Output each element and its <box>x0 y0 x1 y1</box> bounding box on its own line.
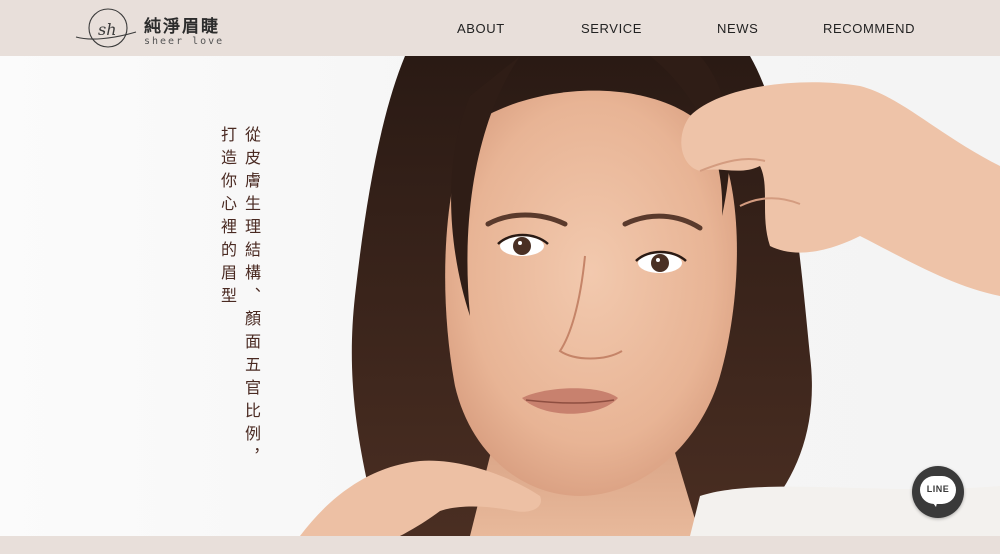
footer-strip <box>0 536 1000 554</box>
hero-portrait-image <box>300 56 1000 536</box>
logo-subtitle: sheer love <box>144 36 225 47</box>
hero-banner: 從皮膚生理結構、顏面五官比例， 打造你心裡的眉型 <box>0 56 1000 536</box>
line-button-label: LINE <box>926 484 950 494</box>
hero-tagline-line2: 打造你心裡的眉型 <box>218 126 237 310</box>
logo-monogram: sh <box>98 20 117 39</box>
hero-tagline-line1: 從皮膚生理結構、顏面五官比例， <box>242 126 261 471</box>
line-chat-button[interactable]: LINE <box>912 466 964 518</box>
nav-recommend[interactable]: RECOMMEND <box>823 21 915 36</box>
site-header: sh 純淨眉睫 sheer love ABOUT SERVICE NEWS RE… <box>0 0 1000 56</box>
site-logo[interactable]: sh 純淨眉睫 sheer love <box>72 6 242 50</box>
line-bubble-tail <box>930 499 938 507</box>
logo-monogram-icon: sh <box>75 8 137 48</box>
nav-news[interactable]: NEWS <box>717 21 758 36</box>
nav-service[interactable]: SERVICE <box>581 21 642 36</box>
nav-about[interactable]: ABOUT <box>457 21 505 36</box>
logo-title: 純淨眉睫 <box>144 17 220 37</box>
